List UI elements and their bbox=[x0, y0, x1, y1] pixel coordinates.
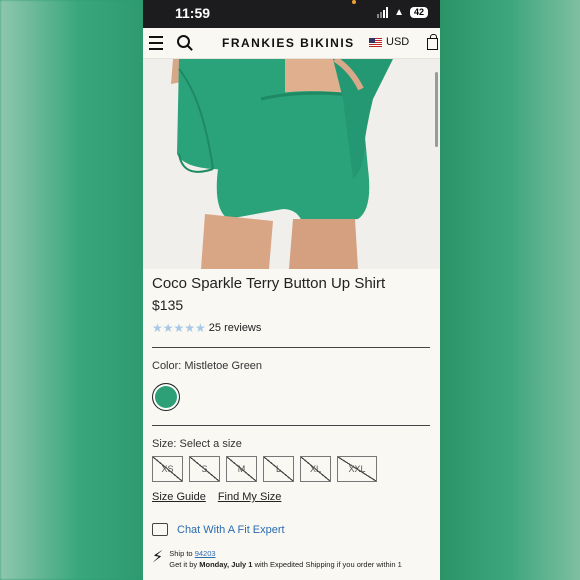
size-option-l[interactable]: L bbox=[263, 456, 294, 482]
color-label: Color: Mistletoe Green bbox=[152, 360, 263, 372]
size-option-xs[interactable]: XS bbox=[152, 456, 183, 482]
cellular-signal-icon bbox=[377, 7, 389, 18]
privacy-indicator-icon bbox=[352, 0, 356, 4]
background-blur-right bbox=[440, 0, 580, 580]
rating-row[interactable]: ★★★★★ 25 reviews bbox=[152, 321, 430, 335]
color-swatch-mistletoe-green[interactable] bbox=[152, 383, 180, 411]
size-label: Size: Select a size bbox=[152, 438, 242, 450]
scrollbar[interactable] bbox=[435, 72, 438, 147]
size-option-xxl[interactable]: XXL bbox=[337, 456, 377, 482]
product-details: Coco Sparkle Terry Button Up Shirt $135 … bbox=[152, 275, 430, 570]
size-links: Size Guide Find My Size bbox=[152, 491, 430, 503]
product-price: $135 bbox=[152, 297, 184, 313]
size-option-m[interactable]: M bbox=[226, 456, 257, 482]
find-my-size-link[interactable]: Find My Size bbox=[218, 491, 282, 503]
shipping-info: ⚡︎ Ship to 94203 Get it by Monday, July … bbox=[152, 548, 430, 570]
size-option-s[interactable]: S bbox=[189, 456, 220, 482]
divider bbox=[152, 425, 430, 426]
menu-icon[interactable] bbox=[149, 36, 163, 54]
size-option-xl[interactable]: XL bbox=[300, 456, 331, 482]
divider bbox=[152, 347, 430, 348]
chat-fit-expert[interactable]: Chat With A Fit Expert bbox=[152, 523, 430, 536]
status-time: 11:59 bbox=[175, 5, 211, 21]
reviews-link[interactable]: 25 reviews bbox=[209, 322, 262, 334]
search-icon[interactable] bbox=[177, 35, 190, 48]
product-image[interactable] bbox=[143, 59, 440, 269]
status-icons: ▲ 42 bbox=[377, 7, 428, 18]
battery-icon: 42 bbox=[409, 7, 428, 18]
chat-fit-expert-label[interactable]: Chat With A Fit Expert bbox=[177, 524, 285, 536]
star-rating-icon: ★★★★★ bbox=[152, 321, 206, 335]
delivery-date: Monday, July 1 bbox=[199, 560, 253, 569]
status-bar: 11:59 ▲ 42 bbox=[143, 0, 440, 28]
us-flag-icon[interactable] bbox=[369, 38, 382, 47]
chat-bubble-icon bbox=[152, 523, 168, 536]
wifi-icon: ▲ bbox=[394, 7, 404, 18]
zip-code-link[interactable]: 94203 bbox=[195, 549, 216, 558]
background-blur-left bbox=[0, 0, 143, 580]
brand-logo[interactable]: FRANKIES BIKINIS bbox=[222, 36, 355, 50]
size-guide-link[interactable]: Size Guide bbox=[152, 491, 206, 503]
shopping-bag-icon[interactable] bbox=[427, 34, 438, 50]
site-header: FRANKIES BIKINIS USD bbox=[143, 28, 440, 59]
shipping-suffix: with Expedited Shipping if you order wit… bbox=[254, 560, 402, 569]
product-title: Coco Sparkle Terry Button Up Shirt bbox=[152, 275, 386, 292]
phone-screen: 11:59 ▲ 42 FRANKIES BIKINIS USD Coco Spa… bbox=[143, 0, 440, 580]
ship-to-label: Ship to bbox=[169, 549, 193, 558]
product-photo-illustration bbox=[143, 59, 440, 269]
size-options: XS S M L XL XXL bbox=[152, 456, 430, 482]
get-it-by-label: Get it by bbox=[169, 560, 198, 569]
lightning-icon: ⚡︎ bbox=[152, 549, 164, 566]
currency-selector[interactable]: USD bbox=[386, 36, 409, 48]
